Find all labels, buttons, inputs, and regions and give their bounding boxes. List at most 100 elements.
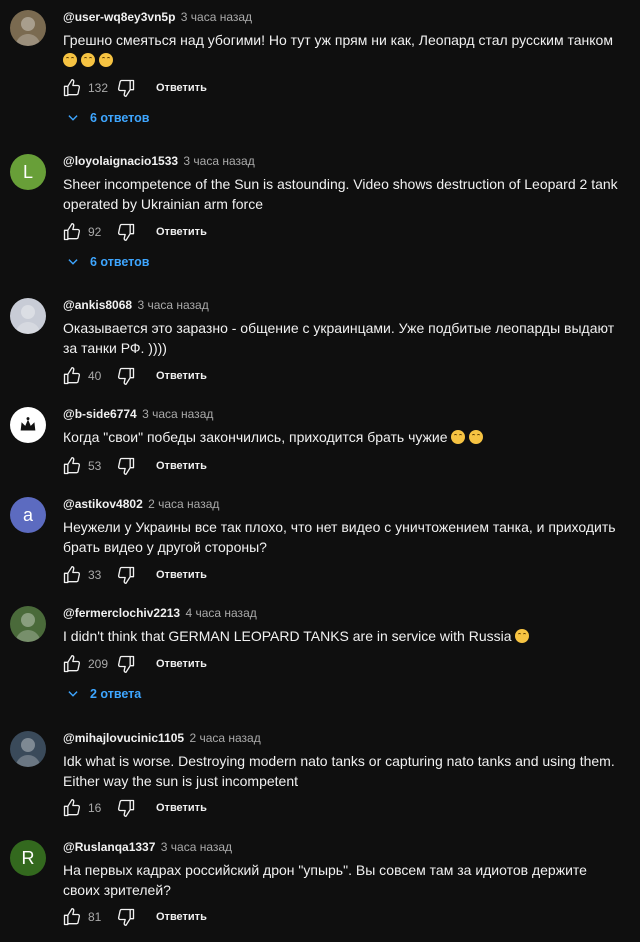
replies-count-label: 2 ответа xyxy=(90,687,142,701)
like-count: 209 xyxy=(88,657,109,671)
comment-header: @mihajlovucinic1105 2 часа назад xyxy=(63,731,261,745)
avatar[interactable] xyxy=(10,407,46,443)
avatar[interactable] xyxy=(10,731,46,767)
comment-header: @astikov4802 2 часа назад xyxy=(63,497,219,511)
avatar[interactable]: L xyxy=(10,154,46,190)
like-button[interactable] xyxy=(62,366,82,386)
avatar-photo-icon xyxy=(15,613,41,642)
chevron-down-icon xyxy=(68,691,78,697)
comment-actions: 16 Ответить xyxy=(62,798,207,818)
comment-actions: 53 Ответить xyxy=(62,456,207,476)
thumbs-up-icon xyxy=(63,908,81,926)
like-button[interactable] xyxy=(62,222,82,242)
like-count: 53 xyxy=(88,459,102,473)
like-count: 33 xyxy=(88,568,102,582)
like-count: 132 xyxy=(88,81,109,95)
avatar[interactable]: R xyxy=(10,840,46,876)
comment-author-link[interactable]: @mihajlovucinic1105 xyxy=(63,731,184,745)
avatar-letter: L xyxy=(22,161,33,182)
comment-author-link[interactable]: @user-wq8ey3vn5p xyxy=(63,10,175,24)
thumbs-up-icon xyxy=(63,367,81,385)
like-count: 92 xyxy=(88,225,102,239)
dislike-button[interactable] xyxy=(116,565,136,585)
crown-icon xyxy=(20,417,36,431)
thumbs-up-icon xyxy=(63,799,81,817)
comment-header: @ankis8068 3 часа назад xyxy=(63,298,209,312)
comment-header: @loyolaignacio1533 3 часа назад xyxy=(63,154,255,168)
dislike-button[interactable] xyxy=(116,907,136,927)
comment-text: I didn't think that GERMAN LEOPARD TANKS… xyxy=(63,628,512,644)
comment-author-link[interactable]: @ankis8068 xyxy=(63,298,132,312)
comment-header: @user-wq8ey3vn5p 3 часа назад xyxy=(63,10,252,24)
dislike-button[interactable] xyxy=(116,798,136,818)
comment-text: На первых кадрах российский дрон "упырь"… xyxy=(63,862,587,898)
view-replies-button[interactable]: 6 ответов xyxy=(66,255,149,269)
laughing-emoji-icon xyxy=(99,53,113,67)
comment-timestamp[interactable]: 3 часа назад xyxy=(183,154,254,168)
comment-actions: 33 Ответить xyxy=(62,565,207,585)
reply-button[interactable]: Ответить xyxy=(156,569,207,581)
reply-button[interactable]: Ответить xyxy=(156,82,207,94)
like-button[interactable] xyxy=(62,798,82,818)
comment-author-link[interactable]: @astikov4802 xyxy=(63,497,143,511)
avatar-photo-icon xyxy=(15,305,41,334)
comment-text: Когда "свои" победы закончились, приходи… xyxy=(63,429,448,445)
dislike-button[interactable] xyxy=(116,222,136,242)
comment-actions: 92 Ответить xyxy=(62,222,207,242)
comment-text-block: Грешно смеяться над убогими! Но тут уж п… xyxy=(63,30,623,70)
comment-text-block: Idk what is worse. Destroying modern nat… xyxy=(63,751,623,791)
like-button[interactable] xyxy=(62,907,82,927)
chevron-down-icon xyxy=(68,259,78,265)
comment-header: @fermerclochiv2213 4 часа назад xyxy=(63,606,257,620)
comment-text-block: Когда "свои" победы закончились, приходи… xyxy=(63,427,623,447)
comment-author-link[interactable]: @Ruslanqa1337 xyxy=(63,840,155,854)
reply-button[interactable]: Ответить xyxy=(156,802,207,814)
thumbs-up-icon xyxy=(63,79,81,97)
comment-actions: 132 Ответить xyxy=(62,78,207,98)
comment-timestamp[interactable]: 4 часа назад xyxy=(185,606,256,620)
thumbs-down-icon xyxy=(117,223,135,241)
reply-button[interactable]: Ответить xyxy=(156,911,207,923)
avatar[interactable] xyxy=(10,10,46,46)
like-count: 40 xyxy=(88,369,102,383)
like-count: 16 xyxy=(88,801,102,815)
dislike-button[interactable] xyxy=(116,654,136,674)
avatar-photo-icon xyxy=(15,738,41,767)
comment-timestamp[interactable]: 2 часа назад xyxy=(148,497,219,511)
like-button[interactable] xyxy=(62,654,82,674)
comment-timestamp[interactable]: 3 часа назад xyxy=(142,407,213,421)
comment-author-link[interactable]: @loyolaignacio1533 xyxy=(63,154,178,168)
reply-button[interactable]: Ответить xyxy=(156,658,207,670)
like-button[interactable] xyxy=(62,78,82,98)
comment-author-link[interactable]: @fermerclochiv2213 xyxy=(63,606,180,620)
thumbs-down-icon xyxy=(117,457,135,475)
reply-button[interactable]: Ответить xyxy=(156,460,207,472)
thumbs-up-icon xyxy=(63,457,81,475)
like-button[interactable] xyxy=(62,565,82,585)
avatar[interactable] xyxy=(10,606,46,642)
comment-text-block: На первых кадрах российский дрон "упырь"… xyxy=(63,860,623,900)
comment-timestamp[interactable]: 3 часа назад xyxy=(137,298,208,312)
thumbs-down-icon xyxy=(117,367,135,385)
comment-timestamp[interactable]: 2 часа назад xyxy=(189,731,260,745)
comment-actions: 40 Ответить xyxy=(62,366,207,386)
comment-author-link[interactable]: @b-side6774 xyxy=(63,407,137,421)
avatar-photo-icon xyxy=(15,17,41,46)
dislike-button[interactable] xyxy=(116,456,136,476)
dislike-button[interactable] xyxy=(116,78,136,98)
comment-timestamp[interactable]: 3 часа назад xyxy=(181,10,252,24)
dislike-button[interactable] xyxy=(116,366,136,386)
comment-timestamp[interactable]: 3 часа назад xyxy=(161,840,232,854)
comment-header: @b-side6774 3 часа назад xyxy=(63,407,213,421)
thumbs-down-icon xyxy=(117,799,135,817)
reply-button[interactable]: Ответить xyxy=(156,370,207,382)
comment-text-block: Неужели у Украины все так плохо, что нет… xyxy=(63,517,623,557)
view-replies-button[interactable]: 2 ответа xyxy=(66,687,141,701)
avatar[interactable]: a xyxy=(10,497,46,533)
like-button[interactable] xyxy=(62,456,82,476)
reply-button[interactable]: Ответить xyxy=(156,226,207,238)
view-replies-button[interactable]: 6 ответов xyxy=(66,111,149,125)
avatar[interactable] xyxy=(10,298,46,334)
comment-actions: 209 Ответить xyxy=(62,654,207,674)
comment-text: Idk what is worse. Destroying modern nat… xyxy=(63,753,615,789)
